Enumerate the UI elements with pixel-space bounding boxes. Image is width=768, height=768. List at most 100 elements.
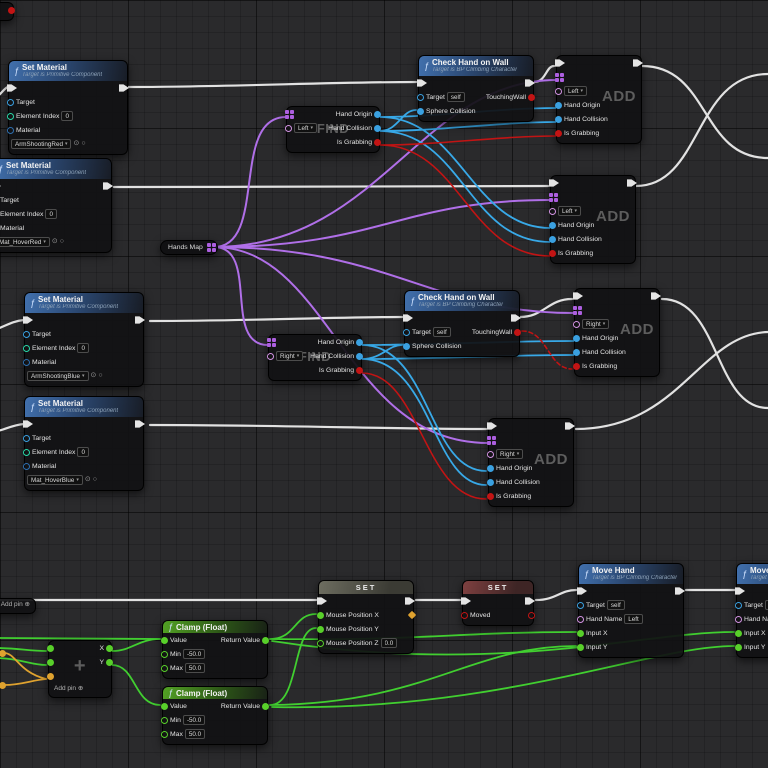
value-dropdown[interactable]: Right ▾ xyxy=(276,351,304,361)
is-grabbing-pin[interactable] xyxy=(356,366,363,374)
sphere-collision-pin[interactable] xyxy=(403,342,410,350)
hand-collision-pin[interactable] xyxy=(374,124,381,132)
input-x-pin[interactable] xyxy=(735,629,742,637)
value-box[interactable]: 0 xyxy=(77,343,89,353)
hand-collision-pin[interactable] xyxy=(487,478,494,486)
hand-collision-pin[interactable] xyxy=(555,115,562,123)
exec-pin[interactable] xyxy=(119,84,129,92)
exec-pin[interactable] xyxy=(23,420,33,428)
value-box[interactable]: Left xyxy=(624,614,643,624)
mouse-position-x-pin[interactable] xyxy=(317,611,324,619)
partial-node-top-left[interactable] xyxy=(0,2,15,21)
material-pin[interactable] xyxy=(23,462,30,470)
exec-pin[interactable] xyxy=(7,84,17,92)
value-box[interactable]: 50.0 xyxy=(184,663,206,673)
data-pin[interactable] xyxy=(267,352,274,360)
element-index-pin[interactable] xyxy=(23,344,30,352)
value-box[interactable]: self xyxy=(446,92,465,102)
hand-origin-pin[interactable] xyxy=(555,101,562,109)
add-right-2[interactable]: ADD Right ▾ Hand Origin Hand Collision Is Gra… xyxy=(487,418,575,507)
exec-pin[interactable] xyxy=(651,292,661,300)
edge-pin-0[interactable] xyxy=(0,650,6,657)
data-pin[interactable] xyxy=(555,87,562,95)
browse-icon[interactable]: ○ xyxy=(81,140,85,148)
touchingwall-pin[interactable] xyxy=(514,328,521,336)
asset-dropdown[interactable]: ArmShootingBlue ▾ xyxy=(27,371,89,381)
check-hand-on-wall-2[interactable]: ƒ Check Hand on Wall Target is BP Climbing… xyxy=(403,290,521,357)
target-pin[interactable] xyxy=(403,328,410,336)
hand-name-pin[interactable] xyxy=(577,615,584,623)
data-pin[interactable] xyxy=(487,450,494,458)
hand-origin-pin[interactable] xyxy=(374,110,381,118)
hand-origin-pin[interactable] xyxy=(487,464,494,472)
clamp-float-1[interactable]: ƒ Clamp (Float) Value Return Value Min -50.0 M… xyxy=(161,620,269,679)
exec-pin[interactable] xyxy=(0,182,1,190)
material-pin[interactable] xyxy=(7,126,14,134)
check-hand-on-wall-1[interactable]: ƒ Check Hand on Wall Target is BP Climbing… xyxy=(417,55,535,122)
hand-origin-pin[interactable] xyxy=(549,221,556,229)
target-pin[interactable] xyxy=(417,93,424,101)
mouse-position-y-pin[interactable] xyxy=(317,625,324,633)
find-left[interactable]: FIND Hand Origin Left ▾ Hand Collision Is Gra… xyxy=(285,106,381,153)
exec-pin[interactable] xyxy=(525,597,535,605)
set-mouse-position[interactable]: SET Mouse Position X Mouse Position Y Mouse… xyxy=(317,580,417,654)
x-pin[interactable] xyxy=(106,644,113,652)
hand-collision-pin[interactable] xyxy=(573,348,580,356)
target-pin[interactable] xyxy=(735,601,742,609)
hand-name-pin[interactable] xyxy=(735,615,742,623)
move-hand-1[interactable]: ƒ Move Hand Target is BP Climbing Characte… xyxy=(577,563,685,658)
map-pin[interactable] xyxy=(267,337,276,347)
is-grabbing-pin[interactable] xyxy=(573,362,580,370)
input-y-pin[interactable] xyxy=(735,643,742,651)
value-pin[interactable] xyxy=(161,636,168,644)
exec-pin[interactable] xyxy=(461,597,471,605)
exec-pin[interactable] xyxy=(135,420,145,428)
asset-dropdown[interactable]: ArmShootingRed ▾ xyxy=(11,139,72,149)
exec-pin[interactable] xyxy=(317,597,327,605)
value-box[interactable]: -50.0 xyxy=(182,649,206,659)
is-grabbing-pin[interactable] xyxy=(555,129,562,137)
value-box[interactable]: 0 xyxy=(45,209,57,219)
y-pin[interactable] xyxy=(106,658,113,666)
value-dropdown[interactable]: Left ▾ xyxy=(564,86,588,96)
hand-collision-pin[interactable] xyxy=(356,352,363,360)
exec-pin[interactable] xyxy=(487,422,497,430)
is-grabbing-pin[interactable] xyxy=(549,249,556,257)
asset-dropdown[interactable]: Mat_HoverBlue ▾ xyxy=(27,475,83,485)
is-grabbing-pin[interactable] xyxy=(487,492,494,500)
asset-dropdown[interactable]: Mat_HoverRed ▾ xyxy=(0,237,50,247)
exec-pin[interactable] xyxy=(577,587,587,595)
value-box[interactable]: 0 xyxy=(61,111,73,121)
exec-pin[interactable] xyxy=(555,59,565,67)
value-box[interactable]: 0.0 xyxy=(380,638,398,648)
exec-pin[interactable] xyxy=(675,587,685,595)
exec-pin[interactable] xyxy=(633,59,643,67)
exec-pin[interactable] xyxy=(735,587,745,595)
clamp-float-2[interactable]: ƒ Clamp (Float) Value Return Value Min -50.0 M… xyxy=(161,686,269,745)
mouse-position-z-pin[interactable] xyxy=(317,639,324,647)
edge-pin-1[interactable] xyxy=(0,682,6,689)
target-pin[interactable] xyxy=(577,601,584,609)
sphere-collision-pin[interactable] xyxy=(417,107,424,115)
browse-icon[interactable]: ○ xyxy=(60,238,64,246)
map-pin[interactable] xyxy=(573,305,582,315)
plus-node[interactable]: + X Y Add pin ⊕ xyxy=(47,640,113,698)
data-pin[interactable] xyxy=(573,320,580,328)
blueprint-graph[interactable]: ƒ Set Material Target is Primitive Compone… xyxy=(0,0,768,768)
value-box[interactable]: self xyxy=(606,600,625,610)
set-material-4[interactable]: ƒ Set Material Target is Primitive Compone… xyxy=(23,396,145,491)
use-selected-icon[interactable]: ⊙ xyxy=(85,476,91,484)
value-box[interactable]: self xyxy=(432,327,451,337)
browse-icon[interactable]: ○ xyxy=(93,476,97,484)
add-right-1[interactable]: ADD Right ▾ Hand Origin Hand Collision Is Gra… xyxy=(573,288,661,377)
return-value-pin[interactable] xyxy=(262,636,269,644)
set-material-3[interactable]: ƒ Set Material Target is Primitive Compone… xyxy=(23,292,145,387)
add-left-1[interactable]: ADD Left ▾ Hand Origin Hand Collision Is Grab… xyxy=(555,55,643,144)
data-pin[interactable] xyxy=(47,644,54,652)
map-pin[interactable] xyxy=(206,243,216,252)
exec-pin[interactable] xyxy=(525,79,535,87)
hand-collision-pin[interactable] xyxy=(549,235,556,243)
value-dropdown[interactable]: Right ▾ xyxy=(496,449,524,459)
value-pin[interactable] xyxy=(161,702,168,710)
set-material-1[interactable]: ƒ Set Material Target is Primitive Compone… xyxy=(7,60,129,155)
